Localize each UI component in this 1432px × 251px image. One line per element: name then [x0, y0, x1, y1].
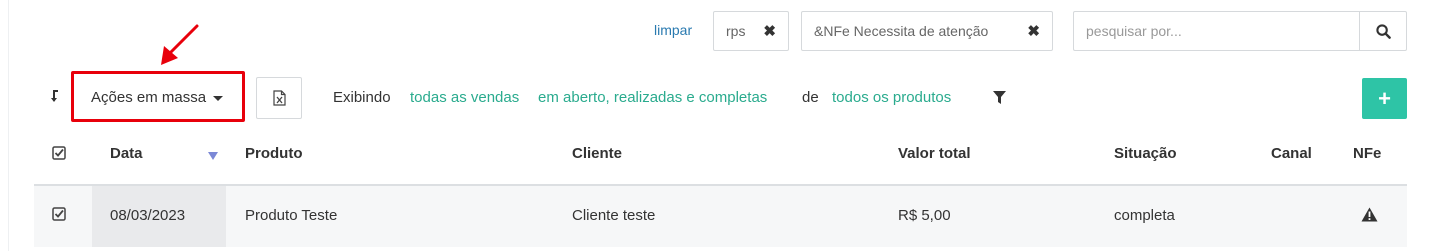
column-header-status[interactable]: Situação [1114, 145, 1177, 162]
of-label: de [802, 89, 819, 106]
left-border [8, 0, 9, 251]
column-header-total[interactable]: Valor total [898, 145, 971, 162]
sales-filter-link[interactable]: todas as vendas [410, 89, 519, 106]
row-checkbox-icon[interactable] [52, 207, 66, 221]
cell-status: completa [1114, 207, 1175, 224]
clear-filters-link[interactable]: limpar [654, 22, 692, 38]
cell-product: Produto Teste [245, 207, 338, 224]
column-header-date[interactable]: Data [110, 145, 143, 162]
filter-chip-label: rps [726, 23, 746, 39]
column-header-product[interactable]: Produto [245, 145, 303, 162]
status-filter-link[interactable]: em aberto, realizadas e completas [538, 89, 767, 106]
column-header-channel[interactable]: Canal [1271, 145, 1312, 162]
filter-chip-label: &NFe Necessita de atenção [814, 23, 989, 39]
search-input[interactable] [1073, 11, 1360, 51]
select-all-checkbox-icon[interactable] [52, 146, 66, 160]
add-sale-button[interactable]: + [1362, 78, 1407, 119]
annotation-arrow-icon [161, 24, 199, 65]
warning-icon[interactable] [1361, 207, 1378, 222]
cell-total: R$ 5,00 [898, 207, 951, 224]
products-filter-link[interactable]: todos os produtos [832, 89, 951, 106]
filter-chip-nfe: &NFe Necessita de atenção ✖ [801, 11, 1053, 51]
export-excel-button[interactable] [256, 77, 302, 119]
remove-filter-icon[interactable]: ✖ [1027, 22, 1040, 40]
filter-chip-rps: rps ✖ [713, 11, 789, 51]
bulk-actions-dropdown[interactable]: Ações em massa [77, 77, 239, 117]
cell-client: Cliente teste [572, 207, 656, 224]
caret-down-icon [213, 95, 224, 101]
column-header-client[interactable]: Cliente [572, 145, 622, 162]
table-row[interactable] [34, 186, 1407, 247]
sort-desc-icon[interactable] [208, 152, 218, 160]
bulk-actions-label: Ações em massa [91, 88, 207, 106]
showing-label: Exibindo [333, 89, 391, 106]
remove-filter-icon[interactable]: ✖ [763, 22, 776, 40]
filter-icon[interactable] [993, 91, 1006, 104]
search-button[interactable] [1359, 11, 1407, 51]
excel-file-icon [272, 90, 286, 106]
cell-date: 08/03/2023 [110, 207, 186, 224]
sort-icon[interactable] [51, 88, 61, 108]
search-icon [1375, 23, 1391, 39]
column-header-nfe[interactable]: NFe [1353, 145, 1381, 162]
